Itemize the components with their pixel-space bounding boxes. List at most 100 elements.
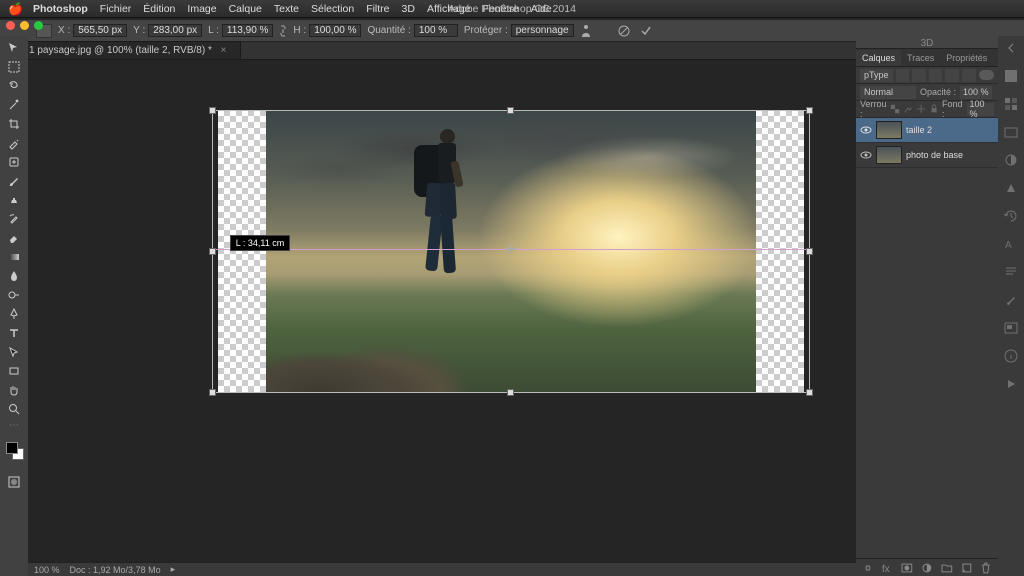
- move-tool[interactable]: [3, 38, 25, 57]
- menu-calque[interactable]: Calque: [229, 3, 262, 15]
- filter-toggle[interactable]: [979, 70, 995, 80]
- close-tab-icon[interactable]: ×: [221, 45, 227, 56]
- layer-row[interactable]: taille 2: [856, 118, 998, 143]
- color-panel-icon[interactable]: [1003, 68, 1019, 84]
- tab-calques[interactable]: Calques: [856, 50, 901, 66]
- layer-thumbnail[interactable]: [876, 146, 902, 164]
- layer-row[interactable]: photo de base: [856, 143, 998, 168]
- status-chevron-icon[interactable]: ▸: [171, 564, 176, 575]
- blur-tool[interactable]: [3, 266, 25, 285]
- adjustment-layer-icon[interactable]: [921, 562, 933, 574]
- transform-center-icon[interactable]: [506, 244, 516, 254]
- eraser-tool[interactable]: [3, 228, 25, 247]
- info-panel-icon[interactable]: [1003, 348, 1019, 364]
- 3d-mode-bar[interactable]: 3D: [856, 38, 998, 49]
- filter-adjust-icon[interactable]: [912, 69, 926, 82]
- app-menu[interactable]: Photoshop: [33, 3, 88, 15]
- brush-tool[interactable]: [3, 171, 25, 190]
- new-layer-icon[interactable]: [961, 562, 973, 574]
- menu-image[interactable]: Image: [187, 3, 216, 15]
- marquee-tool[interactable]: [3, 57, 25, 76]
- filter-type-select[interactable]: pType: [860, 69, 893, 82]
- brush-panel-icon[interactable]: [1003, 292, 1019, 308]
- apple-menu-icon[interactable]: 🍎: [8, 2, 23, 16]
- transform-handle[interactable]: [209, 107, 216, 114]
- lock-position-icon[interactable]: [916, 103, 926, 115]
- visibility-eye-icon[interactable]: [860, 149, 872, 161]
- libraries-panel-icon[interactable]: [1003, 124, 1019, 140]
- zoom-window-button[interactable]: [34, 21, 43, 30]
- zoom-level[interactable]: 100 %: [34, 565, 60, 575]
- eyedropper-tool[interactable]: [3, 133, 25, 152]
- navigator-panel-icon[interactable]: [1003, 320, 1019, 336]
- transform-handle[interactable]: [806, 389, 813, 396]
- tab-traces[interactable]: Traces: [901, 50, 940, 66]
- menu-texte[interactable]: Texte: [274, 3, 299, 15]
- link-aspect-icon[interactable]: [279, 25, 287, 37]
- menu-selection[interactable]: Sélection: [311, 3, 354, 15]
- group-icon[interactable]: [941, 562, 953, 574]
- delete-layer-icon[interactable]: [980, 562, 992, 574]
- layer-fx-icon[interactable]: fx: [882, 562, 894, 574]
- y-input[interactable]: 283,00 px: [148, 24, 202, 37]
- rectangle-tool[interactable]: [3, 361, 25, 380]
- type-tool[interactable]: [3, 323, 25, 342]
- layer-name[interactable]: photo de base: [906, 150, 963, 160]
- zoom-tool[interactable]: [3, 399, 25, 418]
- menu-fichier[interactable]: Fichier: [100, 3, 132, 15]
- edit-toolbar-icon[interactable]: ⋯: [3, 418, 25, 432]
- tab-proprietes[interactable]: Propriétés: [940, 50, 993, 66]
- actions-panel-icon[interactable]: [1003, 376, 1019, 392]
- amount-input[interactable]: 100 %: [414, 24, 458, 37]
- filter-smart-icon[interactable]: [962, 69, 976, 82]
- transform-handle[interactable]: [806, 107, 813, 114]
- gradient-tool[interactable]: [3, 247, 25, 266]
- visibility-eye-icon[interactable]: [860, 124, 872, 136]
- lasso-tool[interactable]: [3, 76, 25, 95]
- adjustments-panel-icon[interactable]: [1003, 152, 1019, 168]
- menu-3d[interactable]: 3D: [402, 3, 415, 15]
- expand-panels-icon[interactable]: [1003, 40, 1019, 56]
- path-selection-tool[interactable]: [3, 342, 25, 361]
- pen-tool[interactable]: [3, 304, 25, 323]
- swatches-panel-icon[interactable]: [1003, 96, 1019, 112]
- foreground-color-swatch[interactable]: [6, 442, 18, 454]
- menu-filtre[interactable]: Filtre: [366, 3, 389, 15]
- healing-brush-tool[interactable]: [3, 152, 25, 171]
- x-input[interactable]: 565,50 px: [73, 24, 127, 37]
- layer-thumbnail[interactable]: [876, 121, 902, 139]
- protect-select[interactable]: personnage: [511, 24, 574, 37]
- close-window-button[interactable]: [6, 21, 15, 30]
- height-input[interactable]: 100,00 %: [309, 24, 361, 37]
- commit-transform-icon[interactable]: [640, 25, 652, 37]
- lock-image-icon[interactable]: [903, 103, 913, 115]
- blend-mode-select[interactable]: Normal: [860, 86, 916, 99]
- cancel-transform-icon[interactable]: [618, 25, 630, 37]
- color-swatches[interactable]: [3, 442, 25, 464]
- width-input[interactable]: 113,90 %: [222, 24, 274, 37]
- transform-handle[interactable]: [209, 389, 216, 396]
- styles-panel-icon[interactable]: [1003, 180, 1019, 196]
- canvas[interactable]: L : 34,11 cm: [218, 110, 804, 393]
- protect-person-icon[interactable]: [580, 24, 592, 38]
- magic-wand-tool[interactable]: [3, 95, 25, 114]
- filter-type-icon[interactable]: [929, 69, 943, 82]
- lock-all-icon[interactable]: [929, 103, 939, 115]
- document-tab[interactable]: 1 paysage.jpg @ 100% (taille 2, RVB/8) *…: [20, 41, 241, 59]
- fill-value[interactable]: 100 %: [967, 103, 995, 116]
- quick-mask-toggle[interactable]: [3, 472, 25, 491]
- clone-stamp-tool[interactable]: [3, 190, 25, 209]
- lock-transparency-icon[interactable]: [890, 103, 900, 115]
- opacity-value[interactable]: 100 %: [960, 86, 992, 99]
- doc-size[interactable]: Doc : 1,92 Mo/3,78 Mo: [70, 565, 161, 575]
- history-brush-tool[interactable]: [3, 209, 25, 228]
- paragraph-panel-icon[interactable]: [1003, 264, 1019, 280]
- filter-pixel-icon[interactable]: [896, 69, 910, 82]
- dodge-tool[interactable]: [3, 285, 25, 304]
- hand-tool[interactable]: [3, 380, 25, 399]
- history-panel-icon[interactable]: [1003, 208, 1019, 224]
- character-panel-icon[interactable]: A: [1003, 236, 1019, 252]
- filter-shape-icon[interactable]: [945, 69, 959, 82]
- layer-mask-icon[interactable]: [901, 562, 913, 574]
- link-layers-icon[interactable]: [862, 562, 874, 574]
